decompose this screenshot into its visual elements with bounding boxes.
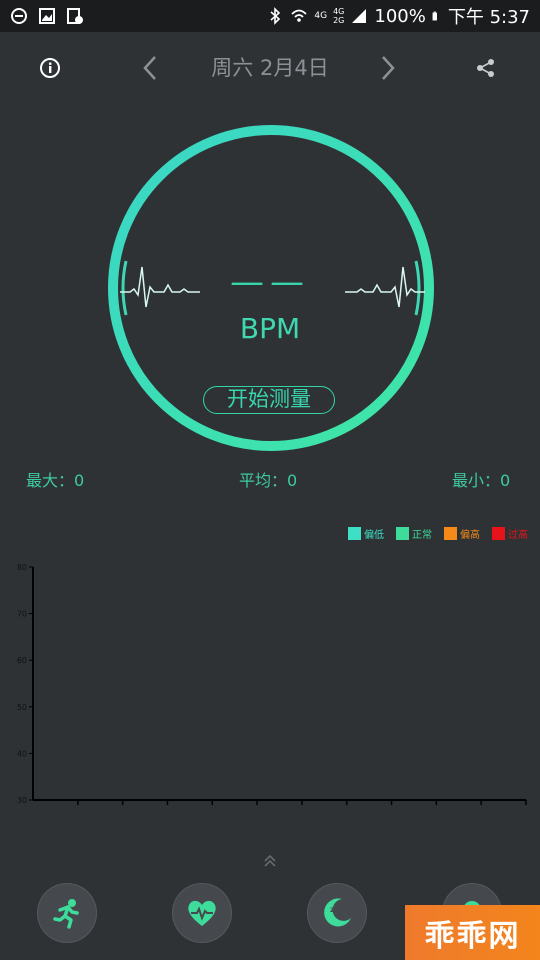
legend-swatch [348,527,361,540]
tab-sleep[interactable]: z [307,883,367,943]
network-label-bottom: 2G [333,16,345,25]
chevron-right-icon [382,56,395,80]
battery-icon [432,11,437,21]
heart-pulse-icon [188,900,216,926]
status-bar: 4G 4G 2G 100% 下午 5:37 [0,0,540,32]
clock: 下午 5:37 [447,7,530,28]
legend-label: 偏低 [364,530,384,541]
tab-heart-rate[interactable] [172,883,232,943]
share-button[interactable] [468,50,504,86]
legend-swatch [492,527,505,540]
y-tick-label: 50 [17,703,27,712]
legend-item-very-high: 过高 [492,526,528,541]
y-tick-label: 40 [17,749,27,758]
stat-avg: 平均：0 [239,471,298,490]
start-measurement-button[interactable]: 开始测量 [203,386,335,414]
watermark-logo: 乖乖网 [405,905,540,960]
current-date: 周六 2月4日 [211,56,329,80]
y-tick-label: 60 [17,656,27,665]
legend-label: 过高 [508,530,528,541]
network-label-stack: 4G 2G [333,7,344,25]
signal-icon [352,9,367,23]
legend-item-low: 偏低 [348,526,384,541]
next-day-button[interactable] [370,50,406,86]
legend-swatch [444,527,457,540]
heart-rate-unit: BPM [239,312,301,345]
legend-label: 偏高 [460,530,480,541]
app-notification-icon [67,8,83,24]
expand-up-icon[interactable] [262,853,278,869]
legend-label: 正常 [412,530,432,541]
tab-exercise[interactable] [37,883,97,943]
stat-max: 最大：0 [26,471,85,490]
battery-percent: 100% [374,5,426,27]
gallery-icon [39,8,55,24]
y-tick-label: 80 [17,563,27,572]
bluetooth-icon [270,7,281,25]
svg-text:z: z [330,905,335,914]
wifi-icon [291,9,308,22]
y-tick-label: 70 [17,610,27,619]
do-not-disturb-icon [11,8,27,24]
chart-legend: 偏低 正常 偏高 过高 [348,526,528,541]
legend-item-high: 偏高 [444,526,480,541]
heart-rate-chart: 30 40 50 60 70 80 [17,563,527,805]
legend-swatch [396,527,409,540]
heart-rate-value: —— [230,262,310,302]
top-navigation: 周六 2月4日 [0,32,540,102]
running-icon [53,899,79,929]
share-icon [477,59,494,77]
legend-item-normal: 正常 [396,526,432,541]
stat-min: 最小：0 [452,471,511,490]
network-label-top: 4G [333,7,345,16]
stats-row: 最大：0 平均：0 最小：0 [0,467,540,491]
y-tick-label: 30 [17,796,27,805]
sleep-moon-icon: z [324,898,351,927]
network-label-4g: 4G [314,11,328,21]
